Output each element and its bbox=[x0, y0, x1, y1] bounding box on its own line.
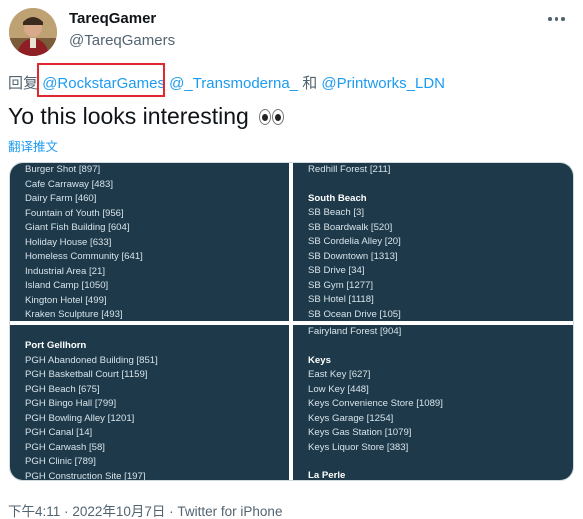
media-image-1[interactable]: Burger Shot [897] Cafe Carraway [483] Dair… bbox=[10, 163, 289, 321]
location-item: SB Cordelia Alley [20] bbox=[308, 236, 401, 247]
section-heading: Port Gellhorn bbox=[25, 340, 87, 351]
location-item: Fairyland Forest [904] bbox=[308, 326, 402, 337]
location-item: SB Beach [3] bbox=[308, 207, 364, 218]
location-item: PGH Beach [675] bbox=[25, 383, 100, 395]
location-item: Kington Hotel [499] bbox=[25, 294, 107, 306]
location-item: SB Gym [1277] bbox=[308, 279, 374, 291]
reply-prefix: 回复 bbox=[8, 75, 39, 92]
author-avatar[interactable] bbox=[9, 8, 57, 56]
tweet-body: Yo this looks interesting bbox=[8, 103, 249, 129]
location-item: Homeless Community [641] bbox=[25, 251, 143, 262]
location-item: Holiday House [633] bbox=[25, 236, 112, 248]
location-item: Keys Gas Station [1079] bbox=[308, 427, 412, 438]
location-item: PGH Carwash [58] bbox=[25, 441, 105, 453]
location-item: Dairy Farm [460] bbox=[25, 193, 97, 204]
location-item: Kraken Sculpture [493] bbox=[25, 309, 123, 320]
location-list: SB Beach [3] SB Boardwalk [520] SB Cordeli… bbox=[308, 206, 573, 322]
location-item: Fountain of Youth [956] bbox=[25, 207, 124, 219]
location-item: Burger Shot [897] bbox=[25, 164, 101, 175]
eyes-emoji-icon bbox=[259, 104, 285, 131]
separator: · bbox=[169, 504, 174, 519]
location-item: PGH Construction Site [197] bbox=[25, 470, 146, 481]
tweet-source[interactable]: Twitter for iPhone bbox=[177, 504, 282, 519]
location-item: Cafe Carraway [483] bbox=[25, 178, 113, 190]
media-image-2[interactable]: Redhill Forest [211] South Beach SB Beac… bbox=[293, 163, 573, 322]
location-item: Low Key [448] bbox=[308, 383, 369, 395]
section-heading: Keys bbox=[308, 354, 331, 366]
more-options-icon[interactable] bbox=[548, 14, 570, 24]
section-heading: South Beach bbox=[308, 192, 367, 204]
location-list: Burger Shot [897] Cafe Carraway [483] Dair… bbox=[25, 163, 289, 323]
location-item: Keys Liquor Store [383] bbox=[308, 441, 409, 453]
location-item: SB Drive [34] bbox=[308, 265, 365, 276]
media-image-4[interactable]: Fairyland Forest [904] Keys East Key [62… bbox=[293, 325, 573, 481]
location-item: PGH Abandoned Building [851] bbox=[25, 354, 158, 366]
location-item: PGH Basketball Court [1159] bbox=[25, 369, 148, 380]
location-item: SB Hotel [1118] bbox=[308, 294, 374, 305]
separator: · bbox=[64, 504, 69, 519]
location-item: East Key [627] bbox=[308, 369, 371, 380]
author-handle[interactable]: @TareqGamers bbox=[69, 32, 175, 49]
location-item: SB Boardwalk [520] bbox=[308, 221, 393, 233]
location-item: PGH Bowling Alley [1201] bbox=[25, 412, 135, 424]
tweet-time[interactable]: 下午4:11 bbox=[8, 504, 60, 519]
reply-conjunction: 和 bbox=[302, 75, 318, 92]
location-item: Giant Fish Building [604] bbox=[25, 222, 130, 233]
tweet-text: Yo this looks interesting bbox=[8, 103, 285, 131]
location-item: SB Downtown [1313] bbox=[308, 250, 398, 262]
location-item: PGH Canal [14] bbox=[25, 427, 93, 438]
section-heading: La Perle bbox=[308, 470, 346, 481]
location-item: PGH Bingo Hall [799] bbox=[25, 398, 117, 409]
location-item: PGH Clinic [789] bbox=[25, 456, 96, 467]
location-item: Industrial Area [21] bbox=[25, 265, 105, 277]
location-item: SB Ocean Drive [105] bbox=[308, 308, 401, 320]
location-list: PGH Abandoned Building [851] PGH Basketba… bbox=[25, 354, 289, 481]
tweet-date[interactable]: 2022年10月7日 bbox=[72, 504, 165, 519]
mention-transmoderna[interactable]: @_Transmoderna_ bbox=[169, 75, 298, 92]
location-item: Keys Convenience Store [1089] bbox=[308, 398, 443, 409]
location-item: Island Camp [1050] bbox=[25, 280, 109, 291]
location-list: East Key [627] Low Key [448] Keys Convenie… bbox=[308, 368, 573, 455]
location-item: Keys Garage [1254] bbox=[308, 412, 394, 424]
translate-tweet-link[interactable]: 翻译推文 bbox=[8, 136, 58, 155]
tweet-metadata: 下午4:11 · 2022年10月7日 · Twitter for iPhone bbox=[8, 500, 282, 519]
media-image-3[interactable]: Port Gellhorn PGH Abandoned Building [85… bbox=[10, 325, 289, 481]
highlight-box bbox=[37, 63, 165, 97]
location-item: Redhill Forest [211] bbox=[308, 164, 391, 175]
tweet-media-grid[interactable]: Burger Shot [897] Cafe Carraway [483] Dair… bbox=[9, 162, 574, 481]
mention-printworks[interactable]: @Printworks_LDN bbox=[321, 75, 445, 92]
avatar-image bbox=[9, 8, 57, 56]
author-display-name[interactable]: TareqGamer bbox=[69, 10, 156, 27]
